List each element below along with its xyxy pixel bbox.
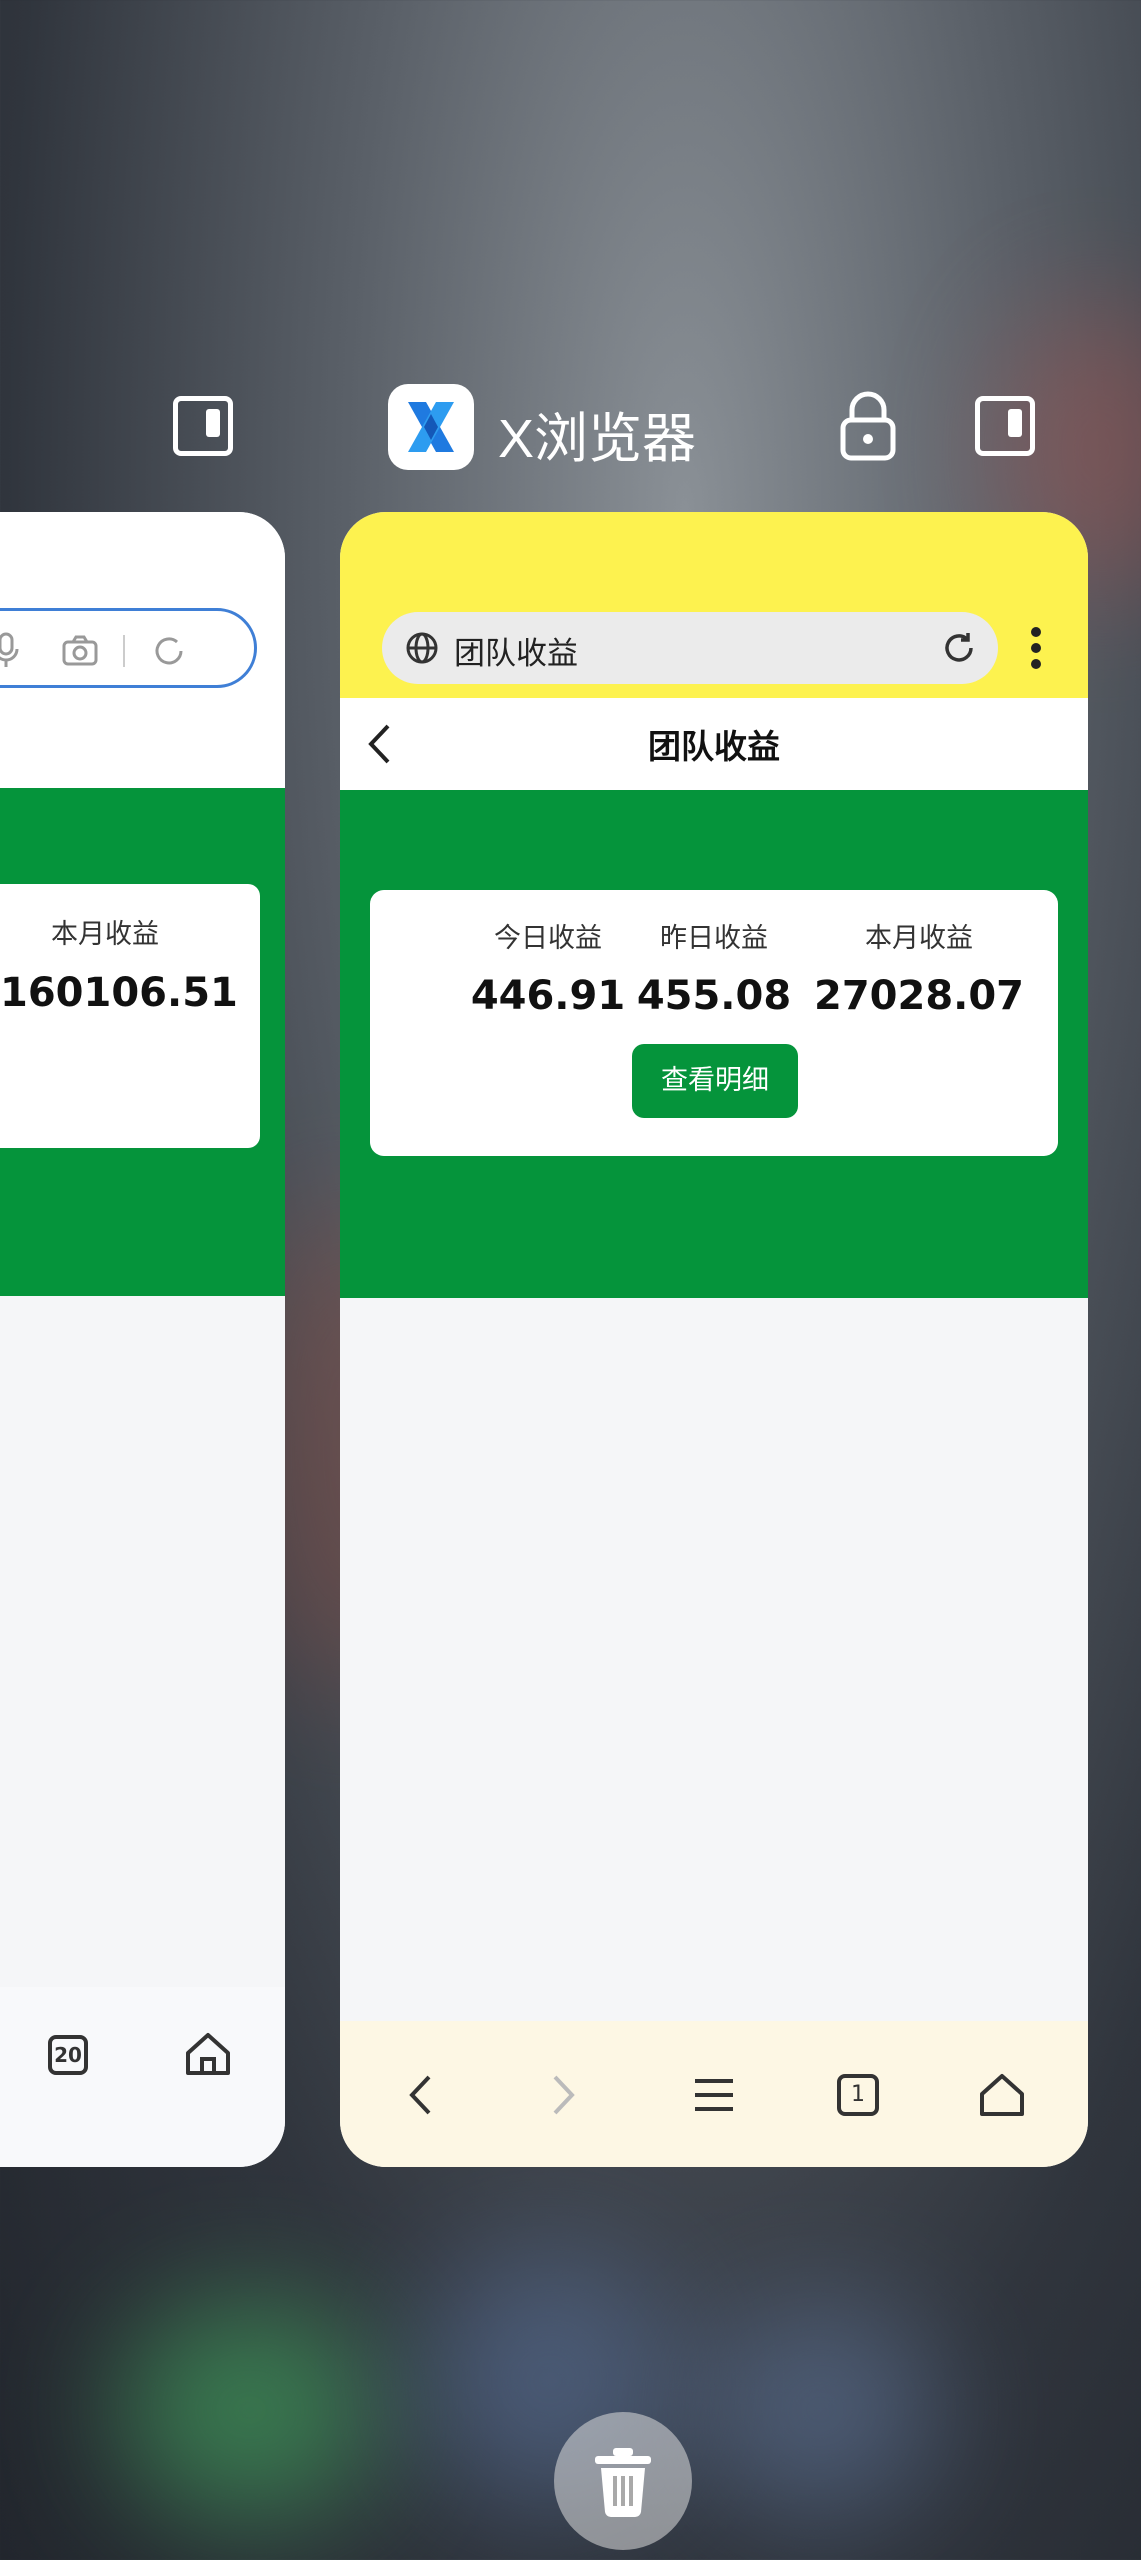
nav-forward-button[interactable] — [536, 2067, 592, 2123]
x-browser-logo-icon — [408, 402, 454, 452]
page-header: 团队收益 — [340, 698, 1088, 790]
home-icon — [980, 2074, 1024, 2116]
home-icon[interactable] — [184, 2031, 232, 2077]
lock-icon[interactable] — [838, 390, 898, 462]
stat-value: 455.08 — [636, 973, 792, 1019]
month-earnings-value: 160106.51 — [0, 970, 238, 1016]
trash-icon — [595, 2448, 651, 2518]
split-screen-icon-right[interactable] — [975, 396, 1035, 456]
chevron-right-icon — [553, 2075, 575, 2115]
stat-yesterday: 昨日收益 455.08 — [614, 916, 814, 1019]
left-card-bottom-bar: 20 — [0, 1987, 285, 2167]
earnings-summary-box: 今日收益 446.91 昨日收益 455.08 本月收益 27028.07 查看… — [370, 890, 1058, 1156]
nav-tabs-button[interactable]: 1 — [830, 2067, 886, 2123]
divider — [123, 635, 125, 667]
month-earnings-label: 本月收益 — [51, 919, 159, 950]
recent-app-card-xbrowser[interactable]: 团队收益 团队收益 今日收益 446.91 昨日收益 455.08 本月收益 2… — [340, 512, 1088, 2167]
clear-all-button[interactable] — [554, 2412, 692, 2550]
refresh-icon[interactable] — [151, 633, 187, 669]
reload-icon[interactable] — [940, 629, 978, 667]
nav-menu-button[interactable] — [686, 2067, 742, 2123]
microphone-icon[interactable] — [0, 631, 21, 671]
browser-toolbar: 团队收益 — [340, 512, 1088, 698]
page-title: 团队收益 — [648, 727, 780, 766]
nav-back-button[interactable] — [392, 2067, 448, 2123]
recent-app-card-left[interactable]: 本月收益 160106.51 20 — [0, 512, 285, 2167]
app-title: X浏览器 — [498, 409, 697, 469]
address-bar[interactable]: 团队收益 — [382, 612, 998, 684]
globe-icon — [406, 632, 438, 664]
stat-label: 本月收益 — [865, 923, 973, 954]
stat-month: 本月收益 27028.07 — [804, 916, 1034, 1019]
stat-value: 27028.07 — [813, 973, 1025, 1019]
tabs-count-button[interactable]: 20 — [48, 2035, 88, 2075]
stat-label: 昨日收益 — [660, 923, 768, 954]
camera-icon[interactable] — [61, 635, 99, 667]
tabs-count: 1 — [837, 2074, 879, 2116]
hamburger-menu-icon — [695, 2079, 733, 2111]
address-text: 团队收益 — [454, 636, 578, 672]
nav-home-button[interactable] — [974, 2067, 1030, 2123]
more-menu-icon[interactable] — [1028, 624, 1044, 672]
search-bar[interactable] — [0, 608, 257, 688]
browser-bottom-bar: 1 — [340, 2021, 1088, 2167]
chevron-left-icon — [409, 2075, 431, 2115]
app-icon — [388, 384, 474, 470]
view-details-button[interactable]: 查看明细 — [632, 1044, 798, 1118]
split-screen-icon-left[interactable] — [173, 396, 233, 456]
